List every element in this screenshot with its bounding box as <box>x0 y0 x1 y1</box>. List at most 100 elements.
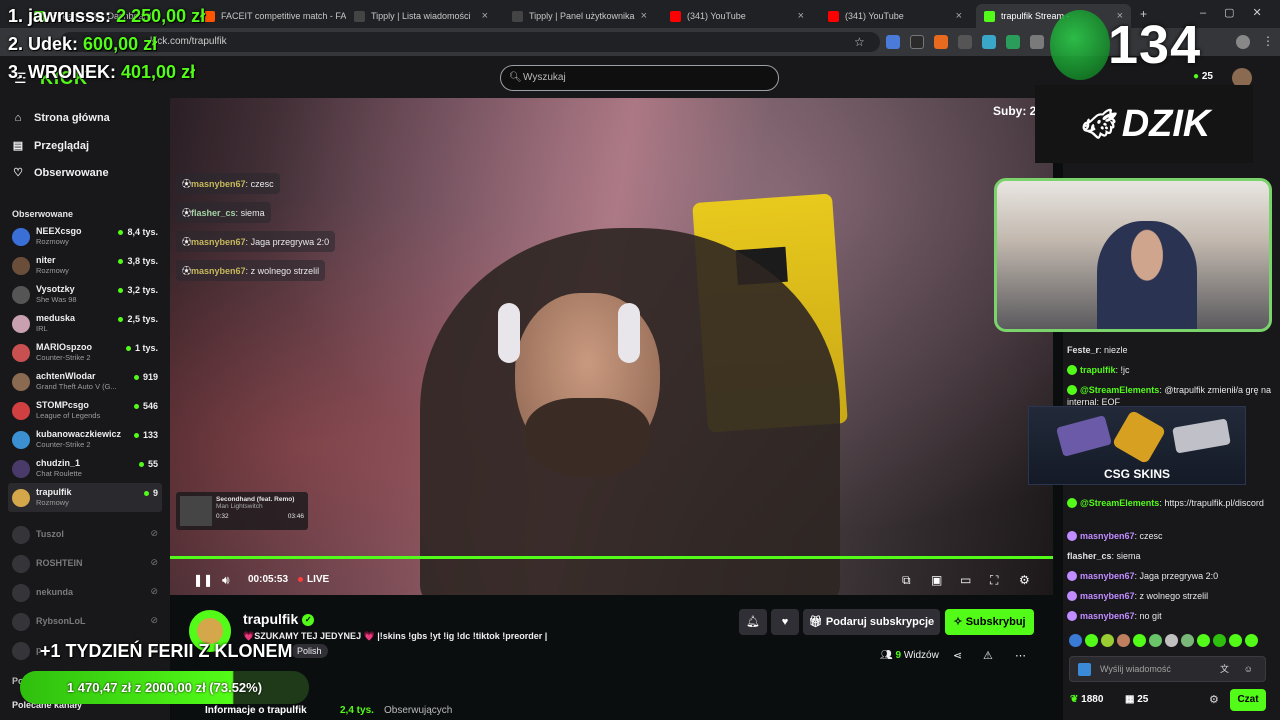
nav-home[interactable]: ⌂ Strona główna <box>12 112 110 124</box>
chat-settings-icon[interactable]: ⚙ <box>1209 693 1219 706</box>
followed-channel[interactable]: Vysotzky She Was 98 3,2 tys. <box>8 280 162 309</box>
fullscreen-icon[interactable]: ⛶ <box>990 573 998 588</box>
more-options-icon[interactable]: ⋯ <box>1015 649 1026 662</box>
translate-icon[interactable]: 文 <box>1220 657 1229 681</box>
followed-channel[interactable]: STOMPcsgo League of Legends 546 <box>8 396 162 425</box>
channel-points[interactable]: ❦ 1880 <box>1070 694 1103 705</box>
followed-channel[interactable]: chudzin_1 Chat Roulette 55 <box>8 454 162 483</box>
emote-icon[interactable] <box>1213 634 1226 647</box>
notification-bell-icon[interactable]: 🔔︎ <box>739 609 767 635</box>
followed-channel[interactable]: kubanowaczkiewicz Counter-Strike 2 133 <box>8 425 162 454</box>
kick-favicon-icon <box>984 10 995 22</box>
volume-icon[interactable]: 🔊︎ <box>222 573 230 588</box>
overlay-chat-message: ⚽︎masnyben67: z wolnego strzelil <box>176 260 326 281</box>
donation-goal-bar: 1 470,47 zł z 2000,00 zł (73.52%) <box>20 671 309 704</box>
chat-input[interactable]: Wyślij wiadomość 文 ☺ <box>1069 656 1266 682</box>
gift-subs-button[interactable]: 🎁︎ Podaruj subskrypcje <box>803 609 940 635</box>
emote-icon[interactable] <box>1245 634 1258 647</box>
offline-icon: ⊘ <box>150 557 158 567</box>
emote-icon[interactable] <box>1181 634 1194 647</box>
offline-channel[interactable]: nekunda ⊘ <box>8 578 162 607</box>
emote-icon[interactable] <box>1165 634 1178 647</box>
profile-avatar[interactable] <box>1236 35 1250 49</box>
followed-channel[interactable]: MARIOspzoo Counter-Strike 2 1 tys. <box>8 338 162 367</box>
settings-icon[interactable]: ⚙ <box>1019 573 1030 587</box>
close-tab-icon[interactable]: × <box>798 10 804 22</box>
extension-icon[interactable] <box>1006 35 1020 49</box>
subscribe-button[interactable]: ✧ Subskrybuj <box>945 609 1034 635</box>
browser-tab[interactable]: Tipply | Lista wiadomości × <box>346 4 496 28</box>
miniplayer-icon[interactable]: ⧉ <box>902 573 911 588</box>
emote-icon[interactable] <box>1149 634 1162 647</box>
headphone-left <box>498 303 520 363</box>
offline-channel[interactable]: ROSHTEIN ⊘ <box>8 549 162 578</box>
offline-channel[interactable]: RybsonLoL ⊘ <box>8 607 162 636</box>
window-controls[interactable]: –▢✕ <box>1200 6 1280 19</box>
extension-icon[interactable] <box>982 35 996 49</box>
extension-icon[interactable] <box>910 35 924 49</box>
report-icon[interactable]: ⚠ <box>983 649 993 662</box>
nav-following[interactable]: ♡ Obserwowane <box>12 166 109 180</box>
browser-menu-icon[interactable]: ⋮ <box>1262 34 1274 48</box>
browser-tab[interactable]: (341) YouTube × <box>662 4 812 28</box>
extension-icon[interactable] <box>1030 35 1044 49</box>
chat-message: masnyben67: no git <box>1067 610 1272 622</box>
browser-tab[interactable]: FACEIT competitive match - FA... <box>196 4 346 28</box>
webcam-overlay <box>994 178 1272 332</box>
emote-icon[interactable] <box>1133 634 1146 647</box>
gift-count[interactable]: ▦ 25 <box>1125 694 1148 705</box>
chat-badge-icon <box>1067 571 1077 581</box>
followed-channel[interactable]: trapulfik Rozmowy 9 <box>8 483 162 512</box>
home-icon: ⌂ <box>14 112 22 124</box>
search-input[interactable]: 🔍︎ Wyszukaj <box>500 65 779 91</box>
channel-avatar <box>12 430 30 449</box>
video-progress-bar[interactable] <box>170 556 1053 559</box>
chat-identity-icon[interactable] <box>1078 663 1091 676</box>
viewers-icon: 👥︎ <box>880 650 893 661</box>
emote-icon[interactable] <box>1197 634 1210 647</box>
nav-browse[interactable]: ▤ Przeglądaj <box>12 139 89 153</box>
extension-icon[interactable] <box>886 35 900 49</box>
emote-icon[interactable] <box>1101 634 1114 647</box>
followed-channel[interactable]: NEEXcsgo Rozmowy 8,4 tys. <box>8 222 162 251</box>
address-bar[interactable]: kick.com/trapulfik <box>60 32 880 52</box>
live-indicator: LIVE <box>298 574 329 585</box>
emote-icon[interactable] <box>1117 634 1130 647</box>
close-tab-icon[interactable]: × <box>482 10 488 22</box>
language-tag[interactable]: Polish <box>291 644 328 658</box>
close-tab-icon[interactable]: × <box>641 10 647 22</box>
clip-icon[interactable]: ▣ <box>931 573 942 587</box>
chat-send-button[interactable]: Czat <box>1230 689 1266 711</box>
chat-message: Feste_r: niezle <box>1067 345 1128 355</box>
follow-heart-icon[interactable]: ♥ <box>771 609 799 635</box>
emoji-icon[interactable]: ☺ <box>1244 657 1253 681</box>
emote-icon[interactable] <box>1229 634 1242 647</box>
album-art <box>180 496 212 526</box>
offline-icon: ⊘ <box>150 528 158 538</box>
offline-channel[interactable]: Tuszol ⊘ <box>8 520 162 549</box>
webcam-person <box>1097 221 1197 329</box>
channel-name[interactable]: trapulfik ✓ <box>243 611 315 627</box>
chat-message: @StreamElements: https://trapulfik.pl/di… <box>1067 497 1272 509</box>
emote-icon[interactable] <box>1085 634 1098 647</box>
followed-channel[interactable]: meduska IRL 2,5 tys. <box>8 309 162 338</box>
faceit-favicon-icon <box>204 10 215 22</box>
close-tab-icon[interactable]: × <box>956 10 962 22</box>
extension-icon[interactable] <box>958 35 972 49</box>
points-icon: ❦ <box>1070 694 1079 705</box>
verified-icon: ✓ <box>302 614 315 627</box>
channel-avatar <box>12 488 30 507</box>
theater-mode-icon[interactable]: ▭ <box>960 573 971 587</box>
followed-channel[interactable]: achtenWlodar Grand Theft Auto V (G... 91… <box>8 367 162 396</box>
bookmark-star-icon[interactable]: ☆ <box>854 35 865 49</box>
browser-tab[interactable]: (341) YouTube × <box>820 4 970 28</box>
browser-tab[interactable]: Tipply | Panel użytkownika × <box>504 4 654 28</box>
emote-icon[interactable] <box>1069 634 1082 647</box>
skin-case-icon <box>1055 415 1113 457</box>
overlay-chat-message: ⚽︎masnyben67: Jaga przegrywa 2:0 <box>176 231 336 252</box>
pause-icon[interactable]: ❚❚ <box>193 573 213 587</box>
extension-icon[interactable] <box>934 35 948 49</box>
tipply-favicon-icon <box>354 10 365 22</box>
share-icon[interactable]: ⋖ <box>953 649 962 662</box>
followed-channel[interactable]: niter Rozmowy 3,8 tys. <box>8 251 162 280</box>
